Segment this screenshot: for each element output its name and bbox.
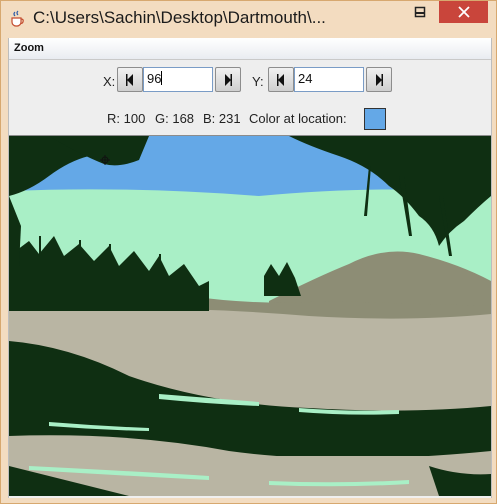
right-arrow-icon xyxy=(225,73,232,86)
x-increment-button[interactable] xyxy=(215,67,241,92)
close-icon xyxy=(457,6,470,18)
red-value: R: 100 xyxy=(107,111,146,126)
java-cup-icon xyxy=(9,10,25,28)
right-arrow-icon xyxy=(376,73,383,86)
color-swatch xyxy=(364,108,386,130)
y-label: Y: xyxy=(252,74,264,89)
controls-panel: X: 96 Y: 24 R: 100 G: 168 B: 231 Color a… xyxy=(9,60,491,136)
y-increment-button[interactable] xyxy=(366,67,392,92)
maximize-button[interactable] xyxy=(406,1,434,23)
app-window: C:\Users\Sachin\Desktop\Dartmouth\... Zo… xyxy=(0,0,497,504)
menu-zoom[interactable]: Zoom xyxy=(14,42,44,54)
x-decrement-button[interactable] xyxy=(117,67,143,92)
left-arrow-icon xyxy=(126,73,133,86)
menu-bar: Zoom xyxy=(9,38,491,60)
posterized-landscape-image xyxy=(9,136,491,496)
left-arrow-icon xyxy=(277,73,284,86)
window-title: C:\Users\Sachin\Desktop\Dartmouth\... xyxy=(33,8,326,27)
y-value: 24 xyxy=(298,71,313,86)
close-button[interactable] xyxy=(439,1,488,23)
image-canvas[interactable] xyxy=(9,135,491,496)
x-label: X: xyxy=(103,74,116,89)
title-bar[interactable]: C:\Users\Sachin\Desktop\Dartmouth\... xyxy=(1,1,496,37)
text-caret xyxy=(161,71,163,85)
maximize-icon xyxy=(414,6,426,18)
x-value: 96 xyxy=(147,71,162,86)
y-field[interactable]: 24 xyxy=(294,67,364,92)
color-at-location-label: Color at location: xyxy=(249,111,347,126)
content-pane: Zoom X: 96 Y: 24 R: 100 G: 168 B: 231 Co… xyxy=(8,38,492,498)
blue-value: B: 231 xyxy=(203,111,241,126)
green-value: G: 168 xyxy=(155,111,195,126)
x-field[interactable]: 96 xyxy=(143,67,213,92)
y-decrement-button[interactable] xyxy=(268,67,294,92)
